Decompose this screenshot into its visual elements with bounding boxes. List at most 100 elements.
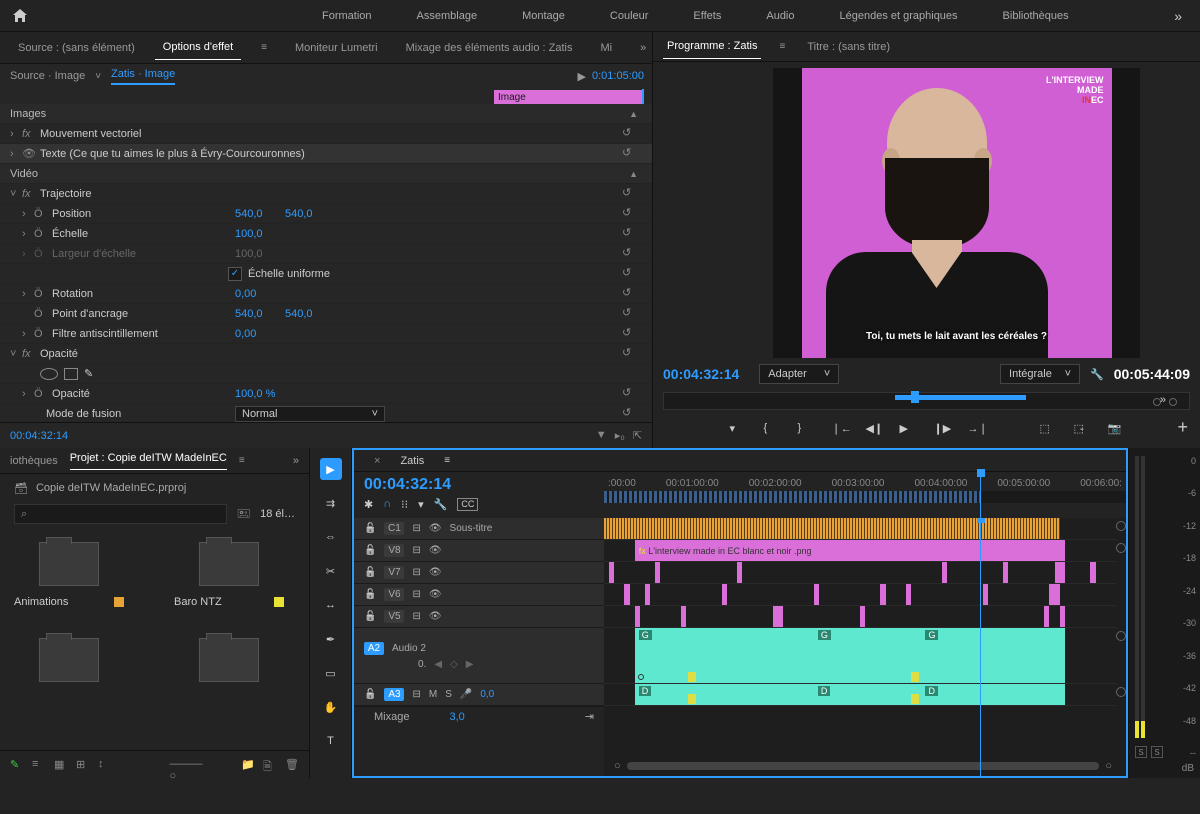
tab-bibliotheques[interactable]: iothèques (10, 455, 58, 467)
workspace-formation[interactable]: Formation (300, 2, 394, 30)
tab-audio-mixer[interactable]: Mixage des éléments audio : Zatis (398, 36, 581, 60)
razor-tool-icon[interactable]: ✂ (320, 560, 342, 582)
next-kf-icon[interactable]: ▶ (466, 659, 474, 670)
mask-ellipse-icon[interactable] (40, 368, 58, 380)
eye-icon[interactable]: 👁 (429, 523, 442, 534)
mask-pen-icon[interactable]: ✎ (84, 367, 93, 380)
marker-tool-icon[interactable]: ▾ (418, 498, 424, 511)
mix-row[interactable]: Mixage3,0⇥ (354, 706, 604, 726)
video-monitor[interactable]: Toi, tu mets le lait avant les céréales … (773, 68, 1140, 358)
reset-icon[interactable]: ↺ (622, 346, 638, 362)
step-back-icon[interactable]: ◀❙ (866, 422, 882, 438)
fx-texte[interactable]: ›👁Texte (Ce que tu aimes le plus à Évry-… (0, 144, 652, 164)
play-icon[interactable]: ▶ (900, 422, 916, 438)
goto-in-icon[interactable]: ❘← (832, 422, 848, 438)
keyframe-circle[interactable] (1116, 521, 1126, 531)
prop-opacite[interactable]: ›ÖOpacité100,0 %↺ (0, 384, 652, 404)
filter-icon[interactable]: ▼ (596, 429, 607, 442)
timeline-ruler[interactable]: :00:0000:01:00:0000:02:00:0000:03:00:000… (604, 472, 1126, 518)
hand-tool-icon[interactable]: ✋ (320, 696, 342, 718)
sequence-tab[interactable]: Zatis (390, 455, 434, 467)
panel-menu-icon[interactable]: ≡ (434, 455, 460, 466)
out-bracket-icon[interactable]: } (798, 422, 814, 438)
icon-view-icon[interactable]: ▦ (54, 758, 68, 772)
selection-tool-icon[interactable]: ▶ (320, 458, 342, 480)
blend-mode-dropdown[interactable]: Normal˅ (235, 406, 385, 422)
dropdown-icon[interactable]: ▸₀ (615, 429, 625, 442)
current-timecode[interactable]: 00:04:32:14 (663, 366, 739, 382)
ripple-tool-icon[interactable]: ⇔ (320, 526, 342, 548)
reset-icon[interactable]: ↺ (622, 126, 638, 142)
track-select-tool-icon[interactable]: ⇉ (320, 492, 342, 514)
prev-kf-icon[interactable]: ◀ (434, 659, 442, 670)
reset-icon[interactable]: ↺ (622, 186, 638, 202)
tab-lumetri[interactable]: Moniteur Lumetri (287, 36, 386, 60)
workspace-effets[interactable]: Effets (671, 2, 743, 30)
eye-icon[interactable]: 👁 (22, 147, 40, 160)
lock-icon[interactable] (364, 523, 376, 534)
solo-right[interactable]: S (1151, 746, 1163, 758)
footer-timecode[interactable]: 00:04:32:14 (10, 430, 68, 442)
audio-clip[interactable]: G (635, 628, 814, 683)
timeline-timecode[interactable]: 00:04:32:14 (364, 476, 594, 494)
bin-item[interactable] (14, 638, 124, 692)
home-icon[interactable] (0, 0, 40, 32)
extract-icon[interactable]: ⬚̵ (1074, 422, 1090, 438)
workspace-bibliotheques[interactable]: Bibliothèques (981, 2, 1091, 30)
track-v5-header[interactable]: V5⊟👁 (354, 606, 604, 628)
reset-icon[interactable]: ↺ (622, 226, 638, 242)
track-v6-header[interactable]: V6⊟👁 (354, 584, 604, 606)
link-icon[interactable]: ⁝⁝ (401, 498, 408, 511)
slip-tool-icon[interactable]: ↔ (320, 594, 342, 616)
settings-icon[interactable]: 🔧 (434, 498, 448, 511)
goto-out-icon[interactable]: →❘ (968, 422, 984, 438)
fx-opacite[interactable]: ˅fxOpacité↺ (0, 344, 652, 364)
reset-icon[interactable]: ↺ (622, 306, 638, 322)
mini-clip[interactable]: Image (494, 90, 644, 104)
lift-icon[interactable]: ⬚ (1040, 422, 1056, 438)
reset-icon[interactable]: ↺ (622, 286, 638, 302)
reset-icon[interactable]: ↺ (622, 406, 638, 422)
trash-icon[interactable]: 🗑 (285, 758, 299, 772)
nest-icon[interactable]: ✱ (364, 498, 373, 511)
in-bracket-icon[interactable]: { (764, 422, 780, 438)
reset-icon[interactable]: ↺ (622, 146, 638, 162)
panel-menu-icon[interactable]: ≡ (775, 35, 789, 58)
prop-echelle[interactable]: ›ÖÉchelle100,0↺ (0, 224, 652, 244)
bin-baro-ntz[interactable]: Baro NTZ (174, 542, 284, 608)
workspace-couleur[interactable]: Couleur (588, 2, 671, 30)
reset-icon[interactable]: ↺ (622, 266, 638, 282)
scrub-bar[interactable] (663, 392, 1190, 410)
track-content[interactable]: fx L'interview made in EC blanc et noir … (604, 518, 1126, 776)
filter-icon[interactable]: 🖭 (237, 505, 250, 524)
workspace-assemblage[interactable]: Assemblage (395, 2, 500, 30)
add-kf-icon[interactable]: ◇ (450, 659, 458, 670)
prop-uniforme[interactable]: ✓Échelle uniforme↺ (0, 264, 652, 284)
prop-mode-fusion[interactable]: Mode de fusionNormal˅↺ (0, 404, 652, 422)
reset-icon[interactable]: ↺ (622, 386, 638, 402)
search-input[interactable]: ⌕ (14, 504, 227, 524)
breadcrumb-sequence[interactable]: Zatis · Image (111, 68, 175, 85)
new-bin-icon[interactable]: 📁 (241, 758, 255, 772)
tab-source[interactable]: Source : (sans élément) (10, 36, 143, 60)
tab-program[interactable]: Programme : Zatis (663, 34, 761, 59)
step-fwd-icon[interactable]: ❙▶ (934, 422, 950, 438)
reset-icon[interactable]: ↺ (622, 246, 638, 262)
sync-icon[interactable]: ⊟ (412, 523, 420, 534)
reset-icon[interactable]: ↺ (622, 326, 638, 342)
reset-icon[interactable]: ↺ (622, 206, 638, 222)
collapse-icon[interactable]: ▲ (629, 104, 638, 124)
mic-icon[interactable]: 🎤 (460, 689, 472, 700)
solo-left[interactable]: S (1135, 746, 1147, 758)
panel-menu-icon[interactable]: ≡ (253, 36, 275, 59)
playhead[interactable] (980, 472, 981, 518)
panel-menu-icon[interactable]: ≡ (239, 455, 245, 466)
bin-item[interactable] (174, 638, 284, 692)
playhead-icon[interactable] (911, 391, 919, 403)
export-frame-icon[interactable]: 📷 (1108, 422, 1124, 438)
add-button-icon[interactable]: + (1177, 417, 1188, 438)
play-icon[interactable]: ▶ (578, 70, 586, 83)
mask-rect-icon[interactable] (64, 368, 78, 380)
workspace-montage[interactable]: Montage (500, 2, 587, 30)
fx-trajectoire[interactable]: ˅fxTrajectoire↺ (0, 184, 652, 204)
